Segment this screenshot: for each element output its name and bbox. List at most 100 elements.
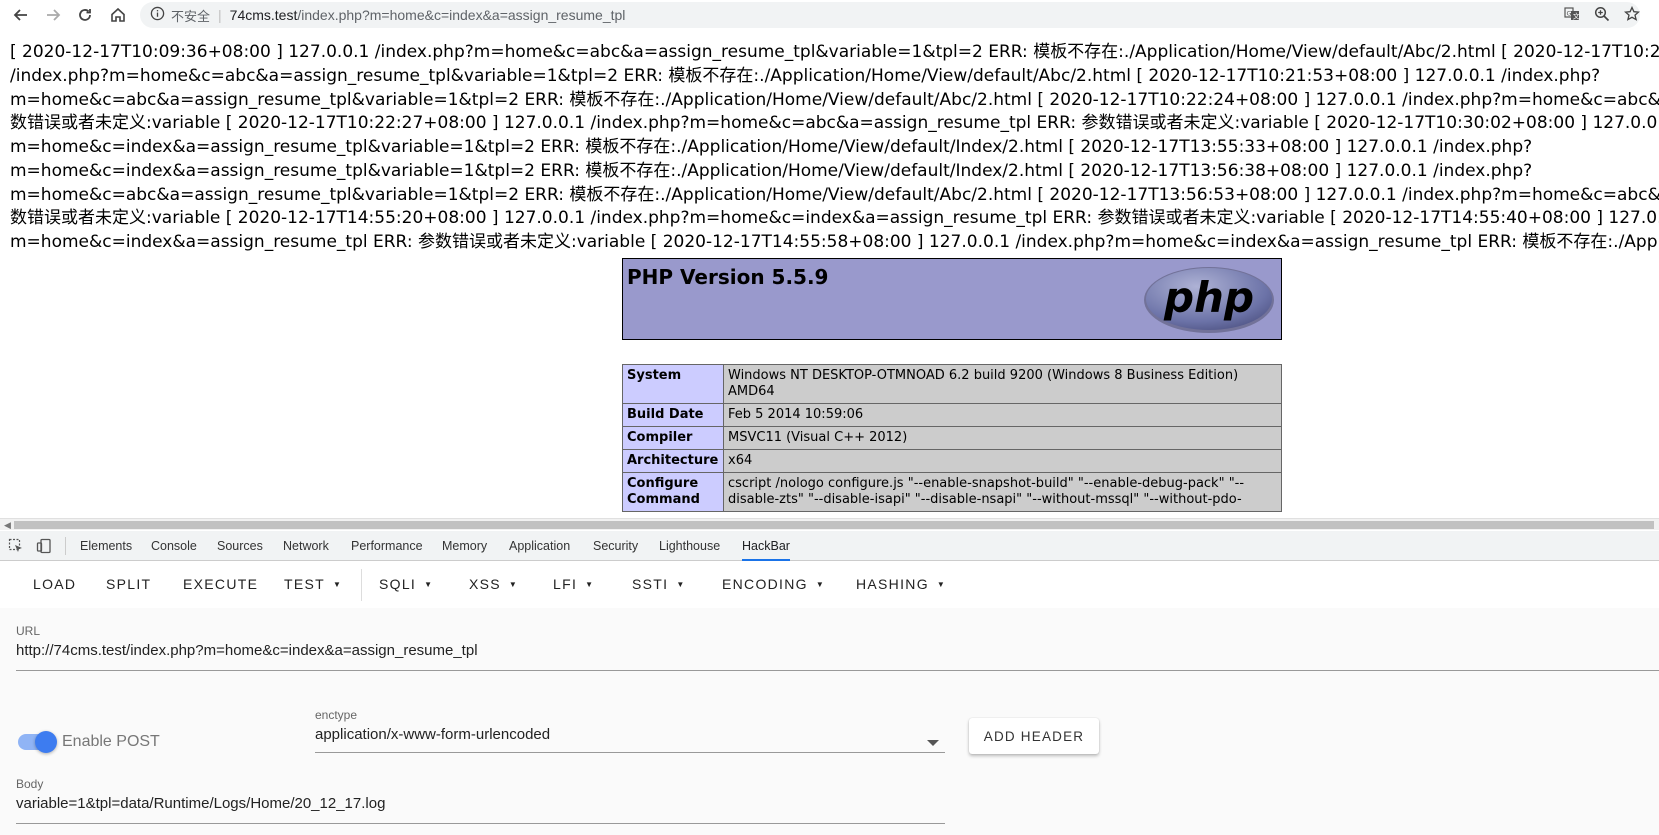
xss-menu-button[interactable]: XSS ▼ [469, 561, 518, 608]
enctype-label: enctype [315, 708, 358, 722]
hashing-menu-button[interactable]: HASHING ▼ [856, 561, 946, 608]
translate-icon[interactable]: 文G [1563, 5, 1581, 23]
xss-label: XSS [469, 576, 501, 592]
add-header-button[interactable]: ADD HEADER [969, 718, 1099, 754]
chevron-down-icon: ▼ [585, 580, 595, 589]
hackbar-form: URL http://74cms.test/index.php?m=home&c… [0, 608, 1659, 835]
log-output: [ 2020-12-17T10:09:36+08:00 ] 127.0.0.1 … [10, 41, 1659, 255]
phpinfo-key: Architecture [622, 449, 724, 473]
encoding-menu-button[interactable]: ENCODING ▼ [722, 561, 825, 608]
tab-performance[interactable]: Performance [351, 531, 423, 561]
table-row: Configure Command cscript /nologo config… [622, 472, 1282, 512]
device-toolbar-icon[interactable] [36, 538, 52, 554]
php-logo-icon[interactable]: php [1143, 266, 1275, 339]
phpinfo-key: Compiler [622, 426, 724, 450]
php-logo-text: php [1163, 273, 1254, 322]
bookmark-star-icon[interactable] [1623, 5, 1641, 23]
log-line: m=home&c=index&a=assign_resume_tpl&varia… [10, 137, 1533, 157]
phpinfo-table: System Windows NT DESKTOP-OTMNOAD 6.2 bu… [622, 364, 1282, 512]
enctype-underline [315, 752, 945, 753]
sqli-label: SQLI [379, 576, 417, 592]
body-field-underline [16, 823, 945, 824]
sqli-menu-button[interactable]: SQLI ▼ [379, 561, 433, 608]
body-field-label: Body [16, 777, 44, 791]
scroll-left-icon[interactable]: ◀ [4, 520, 11, 531]
address-divider: | [218, 7, 222, 23]
hashing-label: HASHING [856, 576, 929, 592]
toggle-knob[interactable] [35, 731, 57, 753]
phpinfo-section: PHP Version 5.5.9 php System Windows NT … [622, 258, 1282, 512]
inspect-element-icon[interactable] [8, 538, 24, 554]
chevron-down-icon: ▼ [815, 580, 826, 589]
execute-button[interactable]: EXECUTE [183, 561, 258, 608]
tab-hackbar[interactable]: HackBar [742, 531, 790, 561]
log-line: [ 2020-12-17T10:09:36+08:00 ] 127.0.0.1 … [10, 42, 1659, 62]
load-button[interactable]: LOAD [33, 561, 76, 608]
phpinfo-key: Configure Command [622, 472, 724, 512]
page-content: [ 2020-12-17T10:09:36+08:00 ] 127.0.0.1 … [0, 30, 1659, 518]
tab-lighthouse[interactable]: Lighthouse [659, 531, 720, 561]
phpinfo-key: Build Date [622, 403, 724, 427]
test-menu-button[interactable]: TEST ▼ [284, 561, 342, 608]
body-field[interactable]: variable=1&tpl=data/Runtime/Logs/Home/20… [16, 795, 385, 812]
enctype-select[interactable]: application/x-www-form-urlencoded [315, 726, 550, 743]
hackbar-toolbar: LOAD SPLIT EXECUTE TEST ▼ SQLI ▼ XSS ▼ LFI ▼… [0, 561, 1659, 608]
encoding-label: ENCODING [722, 576, 808, 592]
chevron-down-icon: ▼ [676, 580, 686, 589]
scrollbar-thumb[interactable] [14, 521, 1654, 529]
enable-post-toggle[interactable] [18, 731, 57, 753]
tab-console[interactable]: Console [151, 531, 197, 561]
test-label: TEST [284, 576, 325, 592]
ssti-menu-button[interactable]: SSTI ▼ [632, 561, 686, 608]
chevron-down-icon: ▼ [936, 580, 947, 589]
reload-icon[interactable] [73, 3, 97, 27]
tab-sources[interactable]: Sources [217, 531, 263, 561]
svg-text:G: G [1567, 9, 1572, 17]
log-line: 数错误或者未定义:variable [ 2020-12-17T14:55:20+… [10, 208, 1659, 229]
url-field-underline [16, 670, 1659, 671]
url-field[interactable]: http://74cms.test/index.php?m=home&c=ind… [16, 642, 478, 659]
chevron-down-icon: ▼ [508, 580, 519, 589]
phpinfo-value: MSVC11 (Visual C++ 2012) [723, 426, 1282, 450]
table-row: Architecture x64 [622, 449, 1282, 473]
chevron-down-icon: ▼ [424, 580, 434, 589]
phpinfo-value: Feb 5 2014 10:59:06 [723, 403, 1282, 427]
chevron-down-icon: ▼ [332, 580, 343, 589]
hackbar-panel: LOAD SPLIT EXECUTE TEST ▼ SQLI ▼ XSS ▼ LFI ▼… [0, 561, 1659, 835]
browser-toolbar: 不安全 | 74cms.test/index.php?m=home&c=inde… [0, 0, 1659, 30]
back-icon[interactable] [9, 3, 33, 27]
lfi-label: LFI [553, 576, 578, 592]
tab-security[interactable]: Security [593, 531, 638, 561]
phpinfo-value: cscript /nologo configure.js "--enable-s… [723, 472, 1282, 512]
dropdown-arrow-icon[interactable] [927, 740, 939, 746]
toolbar-divider [361, 569, 362, 601]
table-row: Build Date Feb 5 2014 10:59:06 [622, 403, 1282, 427]
log-line: m=home&c=index&a=assign_resume_tpl&varia… [10, 160, 1533, 181]
log-line: m=home&c=abc&a=assign_resume_tpl&variabl… [10, 89, 1659, 110]
home-icon[interactable] [106, 3, 130, 27]
url-host: 74cms.test [229, 7, 298, 23]
tab-application[interactable]: Application [509, 531, 570, 561]
devtools-divider [65, 537, 66, 555]
log-line: m=home&c=abc&a=assign_resume_tpl&variabl… [10, 184, 1659, 205]
forward-icon[interactable] [41, 3, 65, 27]
address-bar[interactable]: 不安全 | 74cms.test/index.php?m=home&c=inde… [140, 2, 1640, 28]
tab-memory[interactable]: Memory [442, 531, 487, 561]
tab-elements[interactable]: Elements [80, 531, 132, 561]
phpinfo-header: PHP Version 5.5.9 php [622, 258, 1282, 340]
log-line: /index.php?m=home&c=abc&a=assign_resume_… [10, 65, 1601, 86]
log-line: 数错误或者未定义:variable [ 2020-12-17T10:22:27+… [10, 113, 1659, 134]
horizontal-scrollbar[interactable]: ◀ [0, 518, 1659, 530]
tab-network[interactable]: Network [283, 531, 329, 561]
omnibox-actions: 文G [1563, 5, 1641, 23]
lfi-menu-button[interactable]: LFI ▼ [553, 561, 594, 608]
phpinfo-value: x64 [723, 449, 1282, 473]
svg-text:文: 文 [1573, 12, 1580, 21]
info-icon[interactable] [150, 6, 165, 24]
phpinfo-key: System [622, 364, 724, 404]
insecure-label: 不安全 [171, 8, 211, 24]
url-path: /index.php?m=home&c=index&a=assign_resum… [297, 7, 626, 23]
devtools-tabbar: Elements Console Sources Network Perform… [0, 531, 1659, 561]
zoom-icon[interactable] [1593, 5, 1611, 23]
split-button[interactable]: SPLIT [106, 561, 151, 608]
